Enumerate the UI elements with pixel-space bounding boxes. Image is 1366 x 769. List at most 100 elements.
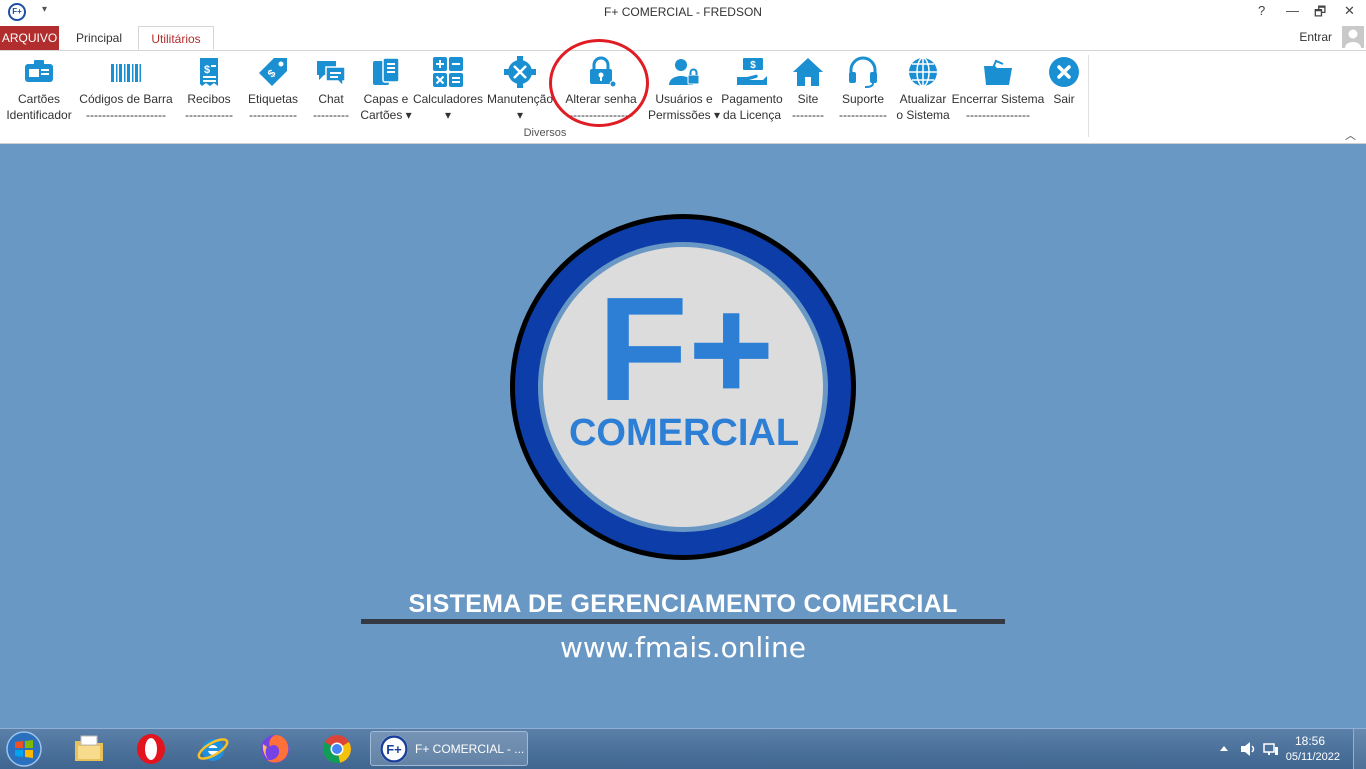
restore-button[interactable]: 🗗: [1314, 3, 1326, 25]
taskbar-app-label: F+ COMERCIAL - ...: [415, 742, 525, 756]
ribbon-label: Encerrar Sistema: [951, 92, 1045, 106]
clock-time[interactable]: 18:56: [1295, 734, 1325, 748]
ribbon-label: Sair: [1053, 92, 1075, 106]
calculadores-button[interactable]: Calculadores ▾: [413, 51, 483, 131]
barcode-icon: [111, 64, 141, 82]
ribbon-label: da Licença: [722, 108, 782, 122]
system-slogan: SISTEMA DE GERENCIAMENTO COMERCIAL: [408, 590, 958, 618]
atualizar-o-sistema-button[interactable]: Atualizar o Sistema: [896, 51, 950, 131]
tag-icon: $: [259, 58, 287, 86]
avatar[interactable]: [1342, 26, 1364, 48]
ribbon-label: ------------: [185, 108, 233, 122]
ribbon-label: ▾: [516, 108, 524, 122]
codigos-de-barra-button[interactable]: Códigos de Barra --------------------: [79, 51, 173, 131]
ribbon-label: --------: [792, 108, 824, 122]
logo-name-text: COMERCIAL: [569, 412, 799, 454]
cartoes-identificador-button[interactable]: Cartões Identificador: [6, 51, 72, 131]
main-workspace: F+ COMERCIAL SISTEMA DE GERENCIAMENTO CO…: [0, 144, 1366, 728]
ribbon-label: Códigos de Barra: [79, 92, 173, 106]
chat-icon: [317, 61, 346, 88]
close-circle-icon: [1049, 57, 1079, 87]
etiquetas-button[interactable]: $ Etiquetas ------------: [244, 51, 302, 131]
fmais-comercial-logo: F+ COMERCIAL: [510, 214, 856, 560]
user-silhouette-icon: [1342, 26, 1364, 48]
pagamento-da-licenca-button[interactable]: $ Pagamento da Licença: [721, 51, 783, 131]
logo-big-text: F+: [598, 267, 775, 432]
ribbon-group-separator: [1088, 55, 1089, 137]
collapse-ribbon-icon[interactable]: ︿: [1345, 127, 1356, 143]
ribbon-group-name: Diversos: [523, 127, 567, 139]
svg-text:F+: F+: [386, 742, 402, 757]
ribbon-label: Atualizar: [899, 92, 947, 106]
manutencao-button[interactable]: Manutenção ▾: [486, 51, 554, 131]
highlight-annotation-circle: [549, 39, 649, 127]
globe-icon: [909, 57, 937, 87]
fmais-app-icon: F+: [380, 735, 408, 763]
windows-start-icon[interactable]: [4, 730, 44, 768]
ribbon-label: Pagamento: [721, 92, 783, 106]
payment-icon: $: [737, 58, 767, 85]
ribbon-label: Site: [797, 92, 819, 106]
firefox-icon[interactable]: [258, 732, 292, 766]
ribbon-label: Recibos: [187, 92, 231, 106]
website-url: www.fmais.online: [560, 631, 806, 664]
internet-explorer-icon[interactable]: [196, 732, 230, 766]
system-tray: 18:56 05/11/2022: [1191, 729, 1366, 769]
cards-icon: [373, 57, 400, 85]
ribbon-label: ----------------: [966, 108, 1030, 122]
svg-text:$: $: [750, 60, 756, 71]
usuarios-e-permissoes-button[interactable]: Usuários e Permissões ▾: [648, 51, 720, 131]
ribbon-label: Suporte: [841, 92, 885, 106]
ribbon-label: Manutenção: [486, 92, 554, 106]
site-button[interactable]: Site --------: [788, 51, 828, 131]
home-icon: [793, 58, 823, 86]
taskbar-app-button[interactable]: F+ F+ COMERCIAL - ...: [370, 731, 528, 766]
signin-link[interactable]: Entrar: [1299, 30, 1332, 44]
show-hidden-icons-icon[interactable]: [1219, 744, 1229, 752]
folder-icon: [984, 59, 1012, 85]
sair-button[interactable]: Sair: [1046, 51, 1082, 131]
close-button[interactable]: ✕: [1344, 3, 1355, 19]
opera-icon[interactable]: [134, 732, 168, 766]
encerrar-sistema-button[interactable]: Encerrar Sistema ----------------: [952, 51, 1044, 131]
clock-date[interactable]: 05/11/2022: [1286, 751, 1340, 763]
minimize-button[interactable]: —: [1286, 3, 1299, 18]
ribbon-label: Etiquetas: [247, 92, 299, 106]
tab-principal[interactable]: Principal: [62, 26, 136, 50]
window-title: F+ COMERCIAL - FREDSON: [604, 5, 762, 19]
help-button[interactable]: ?: [1258, 3, 1265, 18]
ribbon-label: ------------: [839, 108, 887, 122]
ribbon-label: Chat: [318, 92, 344, 106]
ribbon-label: ---------: [313, 108, 349, 122]
file-explorer-icon[interactable]: [72, 732, 106, 766]
receipt-icon: $: [200, 58, 218, 86]
svg-text:$: $: [204, 64, 210, 76]
taskbar: F+ F+ COMERCIAL - ... 18:56 05/11/2022: [0, 728, 1366, 769]
ribbon-label: ------------: [249, 108, 297, 122]
slogan-underline: [361, 619, 1005, 624]
volume-icon[interactable]: [1239, 741, 1257, 757]
recibos-button[interactable]: $ Recibos ------------: [182, 51, 236, 131]
ribbon-label: o Sistema: [896, 108, 950, 122]
title-bar: F+ ▾ F+ COMERCIAL - FREDSON ? — 🗗 ✕: [0, 0, 1366, 25]
maintenance-icon: [504, 56, 536, 88]
ribbon-label: ▾: [444, 108, 452, 122]
chat-button[interactable]: Chat ---------: [308, 51, 354, 131]
ribbon-label: --------------------: [86, 108, 166, 122]
ribbon-tab-bar: ARQUIVO Principal Utilitários Entrar: [0, 25, 1366, 51]
id-card-icon: [25, 60, 53, 82]
ribbon-label: Capas e: [363, 92, 409, 106]
ribbon-label: Identificador: [6, 108, 72, 122]
suporte-button[interactable]: Suporte ------------: [836, 51, 890, 131]
ribbon-panel: Cartões Identificador Códigos de Barra ---…: [0, 51, 1366, 144]
show-desktop-button[interactable]: [1353, 729, 1366, 769]
headset-icon: [849, 56, 877, 88]
tab-arquivo[interactable]: ARQUIVO: [0, 26, 59, 50]
network-icon[interactable]: [1263, 741, 1279, 757]
ribbon-label: Cartões: [17, 92, 61, 106]
tab-utilitarios[interactable]: Utilitários: [138, 26, 214, 50]
chrome-icon[interactable]: [320, 732, 354, 766]
capas-e-cartoes-button[interactable]: Capas e Cartões ▾: [358, 51, 414, 131]
calculator-icon: [433, 57, 463, 87]
ribbon-label: Permissões ▾: [647, 108, 721, 122]
